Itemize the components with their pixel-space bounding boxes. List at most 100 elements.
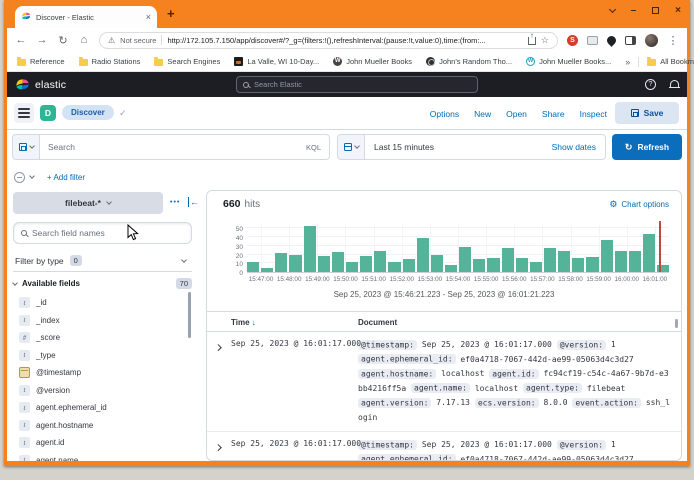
forward-icon[interactable]: → xyxy=(36,34,48,46)
field-item-_index[interactable]: t_index xyxy=(13,312,185,330)
histogram-bar[interactable] xyxy=(544,248,556,272)
expand-row-button[interactable] xyxy=(216,342,221,351)
histogram-bar[interactable] xyxy=(388,262,400,272)
results-scrollbar[interactable] xyxy=(675,319,678,328)
time-range-control[interactable]: Last 15 minutes Show dates xyxy=(365,134,606,160)
field-item-_score[interactable]: #_score xyxy=(13,329,185,347)
space-badge[interactable]: D xyxy=(40,105,56,121)
histogram-bar[interactable] xyxy=(473,259,485,272)
close-button[interactable]: × xyxy=(675,5,681,16)
time-range-value[interactable]: Last 15 minutes xyxy=(374,142,434,152)
histogram-bar[interactable] xyxy=(304,226,316,272)
histogram-bar[interactable] xyxy=(332,252,344,272)
available-fields-header[interactable]: Available fields 70 xyxy=(13,278,192,289)
filter-settings-icon[interactable] xyxy=(14,172,25,183)
url-text[interactable]: http://172.105.7.150/app/discover#/?_g=(… xyxy=(167,36,522,45)
sidebar-scrollbar[interactable] xyxy=(188,292,191,338)
histogram-bar[interactable] xyxy=(403,259,415,272)
histogram-bar[interactable] xyxy=(374,251,386,272)
menu-share[interactable]: Share xyxy=(542,109,565,119)
histogram-bar[interactable] xyxy=(615,251,627,272)
menu-open[interactable]: Open xyxy=(506,109,527,119)
index-pattern-selector[interactable]: filebeat-* xyxy=(13,192,163,214)
share-icon[interactable] xyxy=(528,37,536,45)
histogram-bar[interactable] xyxy=(601,240,613,272)
bookmarks-overflow-icon[interactable]: » xyxy=(625,57,630,67)
histogram-bar[interactable] xyxy=(261,268,273,272)
field-item-@timestamp[interactable]: @timestamp xyxy=(13,364,185,382)
bookmark-item[interactable]: Radio Stations xyxy=(79,57,141,66)
side-panel-icon[interactable] xyxy=(625,36,636,45)
add-filter-link[interactable]: + Add filter xyxy=(47,173,85,182)
field-item-agent.name[interactable]: tagent.name xyxy=(13,452,185,462)
field-item-_id[interactable]: t_id xyxy=(13,294,185,312)
document-row[interactable]: Sep 25, 2023 @ 16:01:17.000@timestamp: S… xyxy=(207,332,681,432)
field-search-box[interactable] xyxy=(13,222,192,244)
bookmark-item[interactable]: WJohn Mueller Books... xyxy=(526,57,611,66)
search-input[interactable] xyxy=(48,142,306,152)
histogram-bar[interactable] xyxy=(643,234,655,272)
show-dates-link[interactable]: Show dates xyxy=(552,142,596,152)
filter-by-type-control[interactable]: Filter by type 0 xyxy=(13,250,192,272)
histogram-bar[interactable] xyxy=(502,248,514,272)
tab-search-icon[interactable] xyxy=(609,6,616,13)
bookmark-star-icon[interactable]: ☆ xyxy=(541,35,549,46)
menu-dots-icon[interactable]: ⋮ xyxy=(667,34,679,47)
refresh-button[interactable]: ↻ Refresh xyxy=(612,134,682,160)
histogram-bar[interactable] xyxy=(572,258,584,272)
histogram-bar[interactable] xyxy=(318,256,330,272)
histogram-bar[interactable] xyxy=(487,258,499,272)
save-button[interactable]: Save xyxy=(615,102,679,124)
notifications-icon[interactable] xyxy=(670,80,679,88)
histogram-bar[interactable] xyxy=(360,256,372,272)
reload-icon[interactable]: ↻ xyxy=(57,34,69,47)
time-column-header[interactable]: Time ↓ xyxy=(231,318,256,327)
elastic-brand[interactable]: elastic xyxy=(15,77,66,92)
field-item-agent.hostname[interactable]: tagent.hostname xyxy=(13,417,185,435)
histogram-bar[interactable] xyxy=(445,265,457,272)
histogram-bar[interactable] xyxy=(586,257,598,272)
document-row[interactable]: Sep 25, 2023 @ 16:01:17.000@timestamp: S… xyxy=(207,432,681,461)
kql-search-box[interactable]: KQL xyxy=(40,134,330,160)
global-search-input[interactable] xyxy=(254,80,471,89)
date-picker-button[interactable] xyxy=(337,134,365,160)
bookmark-item[interactable]: La Valle, WI 10-Day... xyxy=(234,57,319,66)
chart-options-link[interactable]: ⚙ Chart options xyxy=(609,199,669,210)
histogram-bar[interactable] xyxy=(431,255,443,272)
sort-descending-icon[interactable]: ↓ xyxy=(252,318,256,327)
histogram-bar[interactable] xyxy=(417,238,429,272)
field-item-agent.ephemeral_id[interactable]: tagent.ephemeral_id xyxy=(13,399,185,417)
bookmark-item[interactable]: WJohn Mueller Books xyxy=(333,57,412,66)
field-search-input[interactable] xyxy=(32,228,184,238)
minimize-button[interactable]: – xyxy=(631,5,637,16)
histogram-bar[interactable] xyxy=(346,262,358,272)
profile-avatar[interactable] xyxy=(645,34,658,47)
expand-row-button[interactable] xyxy=(216,442,221,451)
histogram-bar[interactable] xyxy=(459,247,471,272)
menu-new[interactable]: New xyxy=(474,109,491,119)
field-options-icon[interactable]: ••• xyxy=(170,199,180,206)
global-search[interactable] xyxy=(236,76,478,93)
saved-query-menu-button[interactable] xyxy=(12,134,40,160)
menu-options[interactable]: Options xyxy=(430,109,459,119)
extension-pin-icon[interactable] xyxy=(605,34,618,47)
collapse-sidebar-icon[interactable]: ← xyxy=(188,197,199,207)
histogram-bar[interactable] xyxy=(247,262,259,272)
back-icon[interactable]: ← xyxy=(15,34,27,46)
histogram-bar[interactable] xyxy=(629,251,641,272)
histogram-bar[interactable] xyxy=(289,255,301,272)
browser-tab[interactable]: Discover - Elastic × xyxy=(15,6,157,28)
histogram-bar[interactable] xyxy=(530,262,542,272)
extension-cast-icon[interactable] xyxy=(587,36,598,45)
field-item-agent.id[interactable]: tagent.id xyxy=(13,434,185,452)
bookmark-item[interactable]: Search Engines xyxy=(154,57,220,66)
breadcrumb[interactable]: Discover xyxy=(62,105,114,120)
menu-inspect[interactable]: Inspect xyxy=(580,109,607,119)
field-item-@version[interactable]: t@version xyxy=(13,382,185,400)
help-icon[interactable]: ? xyxy=(645,79,656,90)
histogram-bar[interactable] xyxy=(516,258,528,272)
not-secure-label[interactable]: Not secure xyxy=(120,36,156,45)
bookmark-item[interactable]: John's Random Tho... xyxy=(426,57,512,66)
bookmark-item[interactable]: Reference xyxy=(17,57,65,66)
hamburger-menu-icon[interactable] xyxy=(14,103,34,123)
